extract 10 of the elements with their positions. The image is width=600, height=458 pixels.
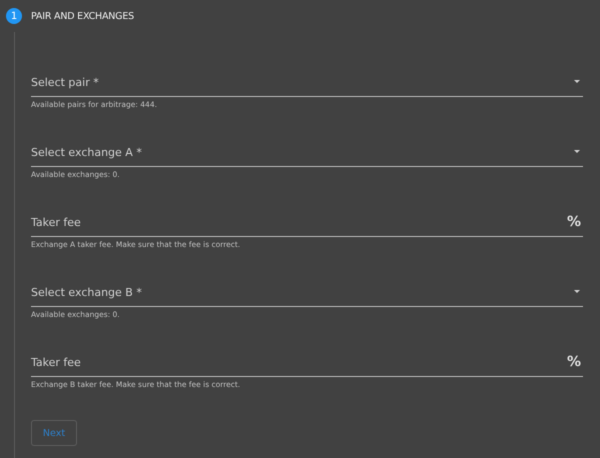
input-field[interactable]: Taker fee %: [31, 208, 583, 237]
input-field[interactable]: Taker fee %: [31, 348, 583, 377]
select-field[interactable]: Select pair *: [31, 68, 583, 97]
caret-icon: [574, 290, 580, 294]
step-number: 1: [6, 8, 22, 24]
select-field[interactable]: Select exchange B *: [31, 278, 583, 307]
caret-icon: [574, 150, 580, 154]
step-title: PAIR AND EXCHANGES: [31, 10, 134, 22]
caret-icon: [574, 80, 580, 84]
select-field[interactable]: Select exchange A *: [31, 138, 583, 167]
